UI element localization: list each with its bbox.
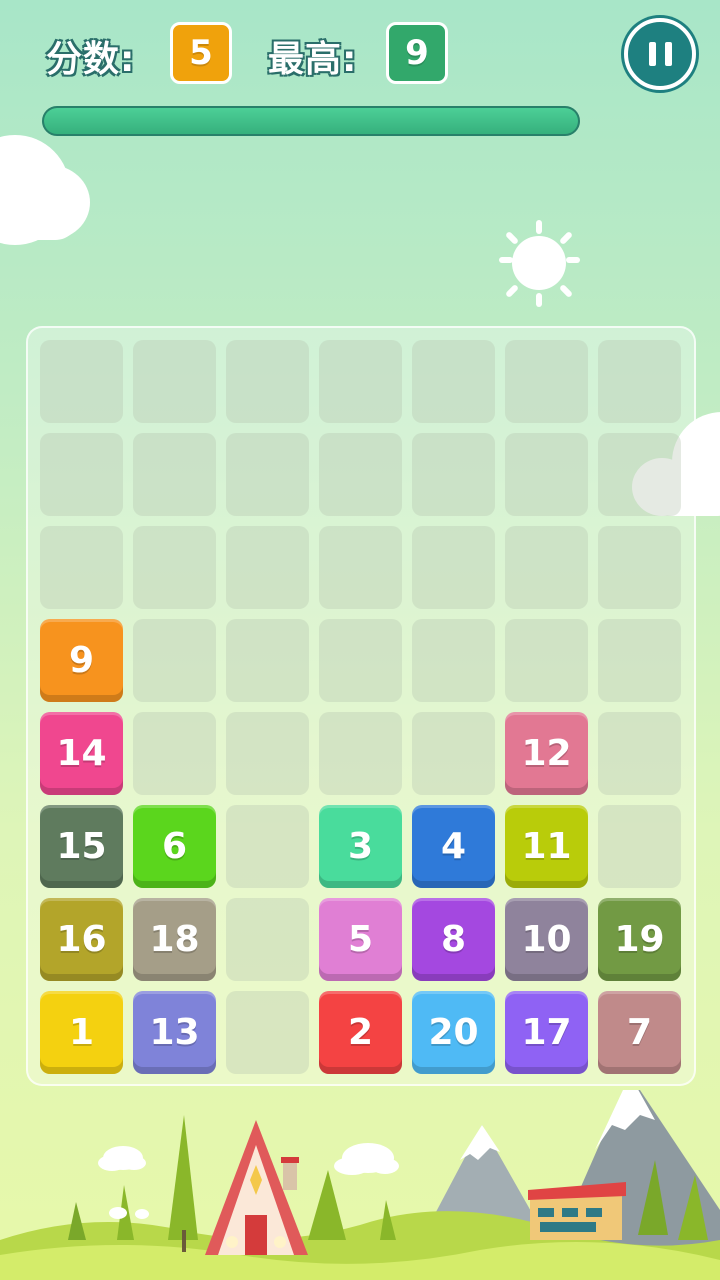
board-cell[interactable] [226, 898, 309, 981]
number-tile[interactable]: 7 [598, 991, 681, 1074]
board-cell[interactable] [598, 712, 681, 795]
board-cell[interactable] [319, 712, 402, 795]
board-cell[interactable] [412, 340, 495, 423]
number-tile[interactable]: 9 [40, 619, 123, 702]
number-tile[interactable]: 20 [412, 991, 495, 1074]
game-board: 9 14 12 15 6 3 4 11 16 18 5 8 10 19 1 13 2 20 17 7 [26, 326, 696, 1086]
number-tile[interactable]: 3 [319, 805, 402, 888]
board-cell[interactable] [319, 433, 402, 516]
number-tile[interactable]: 13 [133, 991, 216, 1074]
board-cell[interactable] [505, 526, 588, 609]
board-cell[interactable] [598, 433, 681, 516]
board-cell[interactable] [226, 433, 309, 516]
best-value: 9 [386, 22, 448, 84]
board-cell[interactable] [505, 619, 588, 702]
board-cell[interactable] [133, 526, 216, 609]
board-cell[interactable] [226, 340, 309, 423]
board-cell[interactable] [412, 619, 495, 702]
board-cell[interactable] [598, 619, 681, 702]
progress-fill [44, 108, 578, 134]
number-tile[interactable]: 5 [319, 898, 402, 981]
number-tile[interactable]: 18 [133, 898, 216, 981]
board-cell[interactable] [40, 526, 123, 609]
number-tile[interactable]: 6 [133, 805, 216, 888]
number-tile[interactable]: 17 [505, 991, 588, 1074]
board-cell[interactable] [319, 526, 402, 609]
number-tile[interactable]: 14 [40, 712, 123, 795]
number-tile[interactable]: 15 [40, 805, 123, 888]
pause-button[interactable] [624, 18, 696, 90]
board-cell[interactable] [505, 340, 588, 423]
progress-bar [42, 106, 580, 136]
board-cell[interactable] [226, 619, 309, 702]
board-cell[interactable] [133, 433, 216, 516]
number-tile[interactable]: 4 [412, 805, 495, 888]
board-cell[interactable] [412, 526, 495, 609]
number-tile[interactable]: 11 [505, 805, 588, 888]
number-tile[interactable]: 2 [319, 991, 402, 1074]
board-cell[interactable] [226, 712, 309, 795]
board-cell[interactable] [226, 991, 309, 1074]
pause-icon [648, 42, 672, 66]
board-cell[interactable] [133, 340, 216, 423]
board-cell[interactable] [40, 433, 123, 516]
score-label: 分数: [46, 39, 136, 80]
board-cell[interactable] [226, 805, 309, 888]
board-cell[interactable] [412, 712, 495, 795]
landscape-scenery [0, 1090, 720, 1280]
board-cell[interactable] [133, 712, 216, 795]
board-cell[interactable] [319, 619, 402, 702]
score-value: 5 [170, 22, 232, 84]
board-cell[interactable] [505, 433, 588, 516]
board-cell[interactable] [133, 619, 216, 702]
board-cell[interactable] [319, 340, 402, 423]
number-tile[interactable]: 8 [412, 898, 495, 981]
number-tile[interactable]: 12 [505, 712, 588, 795]
board-cell[interactable] [598, 526, 681, 609]
board-cell[interactable] [40, 340, 123, 423]
number-tile[interactable]: 10 [505, 898, 588, 981]
number-tile[interactable]: 19 [598, 898, 681, 981]
number-tile[interactable]: 1 [40, 991, 123, 1074]
board-cell[interactable] [226, 526, 309, 609]
board-cell[interactable] [412, 433, 495, 516]
best-label: 最高: [268, 39, 358, 80]
board-cell[interactable] [598, 340, 681, 423]
number-tile[interactable]: 16 [40, 898, 123, 981]
board-cell[interactable] [598, 805, 681, 888]
